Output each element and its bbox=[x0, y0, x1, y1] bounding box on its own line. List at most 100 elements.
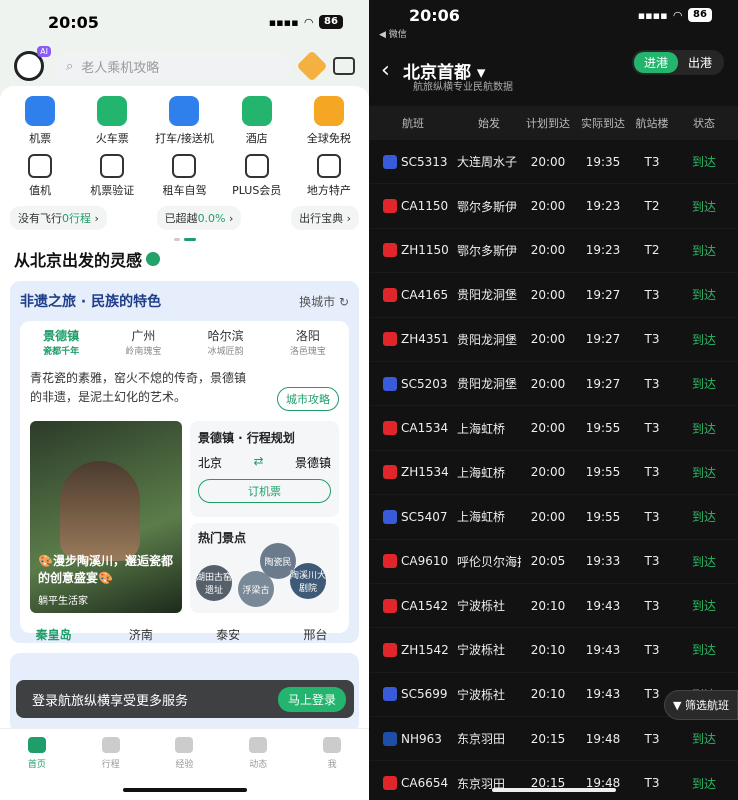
service-item[interactable]: 酒店 bbox=[221, 96, 293, 146]
flight-row[interactable]: CA1150 鄂尔多斯伊 20:00 19:23 T2 到达 bbox=[369, 184, 738, 229]
city-tab[interactable]: 景德镇 瓷都千年 bbox=[20, 327, 102, 357]
back-arrow-icon[interactable]: ‹ bbox=[381, 58, 403, 83]
spot-item[interactable]: 浮梁古 bbox=[238, 571, 274, 607]
flight-row[interactable]: CA1542 宁波栎社 20:10 19:43 T3 到达 bbox=[369, 584, 738, 629]
service-item[interactable]: PLUS会员 bbox=[221, 152, 293, 198]
switch-city-button[interactable]: 换城市 ↻ bbox=[299, 293, 349, 310]
planned-arrival: 20:05 bbox=[530, 554, 566, 569]
login-button[interactable]: 马上登录 bbox=[277, 686, 346, 712]
flight-number: NH963 bbox=[401, 731, 442, 746]
next-city-tabs: 秦皇岛 济南 泰安 邢台 bbox=[10, 626, 359, 643]
flight-row[interactable]: ZH1542 宁波栎社 20:10 19:43 T3 到达 bbox=[369, 628, 738, 673]
spot-item[interactable]: 湖田古窑遗址 bbox=[196, 565, 232, 601]
flight-row[interactable]: CA1534 上海虹桥 20:00 19:55 T3 到达 bbox=[369, 406, 738, 451]
battery-icon: 86 bbox=[319, 15, 343, 29]
service-item[interactable]: 全球免税 bbox=[293, 96, 365, 146]
flight-row[interactable]: CA4165 贵阳龙洞堡 20:00 19:27 T3 到达 bbox=[369, 273, 738, 318]
flight-row[interactable]: ZH1534 上海虹桥 20:00 19:55 T3 到达 bbox=[369, 451, 738, 496]
service-item[interactable]: 租车自驾 bbox=[148, 152, 220, 198]
terminal: T3 bbox=[644, 332, 660, 347]
spot-item[interactable]: 陶溪川大剧院 bbox=[290, 563, 326, 599]
planned-arrival: 20:00 bbox=[530, 465, 566, 480]
city-tabs: 景德镇 瓷都千年 广州 岭南瑰宝 哈尔滨 冰城匠韵 洛阳 洛邑瑰宝 bbox=[20, 321, 349, 357]
origin: 呼伦贝尔海拉尔 bbox=[457, 554, 521, 569]
arrive-depart-toggle: 进港 出港 bbox=[631, 50, 724, 75]
flight-row[interactable]: CA9610 呼伦贝尔海拉尔 20:05 19:33 T3 到达 bbox=[369, 540, 738, 584]
depart-tab[interactable]: 出港 bbox=[678, 52, 722, 73]
nav-item[interactable]: 我 bbox=[295, 729, 369, 800]
search-input[interactable]: ⌕ 老人乘机攻略 bbox=[54, 51, 291, 81]
flight-number: CA6654 bbox=[401, 776, 449, 791]
flight-number: ZH1534 bbox=[401, 465, 449, 480]
flight-status: 到达 bbox=[691, 377, 716, 392]
city-tab[interactable]: 济南 bbox=[97, 626, 184, 643]
service-item[interactable]: 打车/接送机 bbox=[148, 96, 220, 146]
flight-number: ZH1150 bbox=[401, 243, 449, 258]
planned-arrival: 20:00 bbox=[530, 199, 566, 214]
terminal: T2 bbox=[644, 243, 660, 258]
flight-number: ZH4351 bbox=[401, 332, 449, 347]
actual-arrival: 19:43 bbox=[585, 687, 621, 702]
airline-logo-icon bbox=[383, 687, 397, 702]
service-item[interactable]: 机票 bbox=[4, 96, 76, 146]
nav-item[interactable]: 首页 bbox=[0, 729, 74, 800]
flight-row[interactable]: ZH1150 鄂尔多斯伊 20:00 19:23 T2 到达 bbox=[369, 229, 738, 274]
city-tab[interactable]: 洛阳 洛邑瑰宝 bbox=[267, 327, 349, 357]
exceeded-chip[interactable]: 已超越0.0% › bbox=[156, 206, 242, 230]
city-tab[interactable]: 哈尔滨 冰城匠韵 bbox=[185, 327, 267, 357]
city-tab[interactable]: 邢台 bbox=[272, 626, 359, 643]
city-tab-name: 哈尔滨 bbox=[207, 329, 244, 343]
search-icon: ⌕ bbox=[66, 58, 74, 74]
filter-flights-button[interactable]: ▼ 筛选航班 bbox=[664, 690, 738, 720]
back-to-app[interactable]: ◀ 微信 bbox=[369, 30, 738, 40]
terminal: T3 bbox=[644, 598, 660, 613]
flight-row[interactable]: SC5407 上海虹桥 20:00 19:55 T3 到达 bbox=[369, 495, 738, 540]
signal-icon: ▪▪▪▪ bbox=[637, 8, 668, 22]
flight-row[interactable]: ZH4351 贵阳龙洞堡 20:00 19:27 T3 到达 bbox=[369, 318, 738, 362]
book-flight-button[interactable]: 订机票 bbox=[198, 479, 331, 503]
top-bar: ⌕ 老人乘机攻略 bbox=[0, 44, 369, 86]
stats-chips: 没有飞行0行程 › 已超越0.0% › 出行宝典 › bbox=[0, 198, 369, 230]
service-item[interactable]: 地方特产 bbox=[293, 152, 365, 198]
city-tab-name: 洛阳 bbox=[295, 329, 320, 343]
actual-arrival: 19:27 bbox=[585, 287, 621, 302]
flight-row[interactable]: SC5313 大连周水子 20:00 19:35 T3 到达 bbox=[369, 140, 738, 185]
city-tab[interactable]: 秦皇岛 bbox=[10, 626, 97, 643]
flight-number-cell: SC5407 bbox=[369, 509, 457, 524]
city-tab[interactable]: 泰安 bbox=[185, 626, 272, 643]
flight-number: SC5313 bbox=[401, 154, 448, 169]
city-tab[interactable]: 广州 岭南瑰宝 bbox=[102, 327, 184, 357]
profile-icon bbox=[323, 737, 342, 753]
service-grid: 机票 火车票 打车/接送机 酒店 全球免税值机 机票验证 租车自驾 PLUS会员 地方特产 bbox=[0, 86, 369, 198]
vip-icon[interactable] bbox=[296, 50, 328, 82]
nav-label: 我 bbox=[327, 760, 337, 770]
arrive-tab[interactable]: 进港 bbox=[633, 52, 678, 73]
swap-icon[interactable]: ⇄ bbox=[253, 454, 263, 471]
actual-arrival: 19:23 bbox=[585, 199, 621, 214]
no-flight-chip[interactable]: 没有飞行0行程 › bbox=[10, 206, 107, 230]
right-screen: 20:06 ▪▪▪▪ ◠ 86 ◀ 微信 ‹ 北京首都 ▾ 航旅纵横专业民航数据… bbox=[369, 0, 738, 800]
page-dot bbox=[173, 238, 180, 241]
spots-title: 热门景点 bbox=[198, 531, 247, 545]
message-icon[interactable] bbox=[333, 57, 355, 75]
service-item[interactable]: 值机 bbox=[4, 152, 76, 198]
flight-row[interactable]: CA6654 东京羽田 20:15 19:48 T3 到达 bbox=[369, 761, 738, 800]
flight-status: 到达 bbox=[691, 155, 716, 170]
terminal: T3 bbox=[644, 642, 660, 657]
flight-row[interactable]: SC5203 贵阳龙洞堡 20:00 19:27 T3 到达 bbox=[369, 362, 738, 407]
article-poster[interactable]: 🎨漫步陶溪川，邂逅瓷都的创意盛宴🎨 躺平生活家 bbox=[30, 421, 182, 613]
planned-arrival: 20:15 bbox=[530, 731, 566, 746]
service-item[interactable]: 火车票 bbox=[76, 96, 148, 146]
actual-arrival: 19:55 bbox=[585, 465, 621, 480]
plan-from: 北京 bbox=[198, 456, 223, 470]
home-indicator bbox=[491, 788, 616, 792]
service-item[interactable]: 机票验证 bbox=[76, 152, 148, 198]
app-logo-icon[interactable] bbox=[14, 46, 51, 81]
flight-row[interactable]: NH963 东京羽田 20:15 19:48 T3 到达 bbox=[369, 717, 738, 762]
city-guide-button[interactable]: 城市攻略 bbox=[277, 387, 339, 411]
column-header: 状态 bbox=[693, 117, 715, 130]
treasure-chip[interactable]: 出行宝典 › bbox=[291, 206, 359, 230]
flight-number-cell: NH963 bbox=[369, 731, 457, 746]
flight-number-cell: CA6654 bbox=[369, 776, 457, 791]
origin: 上海虹桥 bbox=[457, 510, 506, 525]
